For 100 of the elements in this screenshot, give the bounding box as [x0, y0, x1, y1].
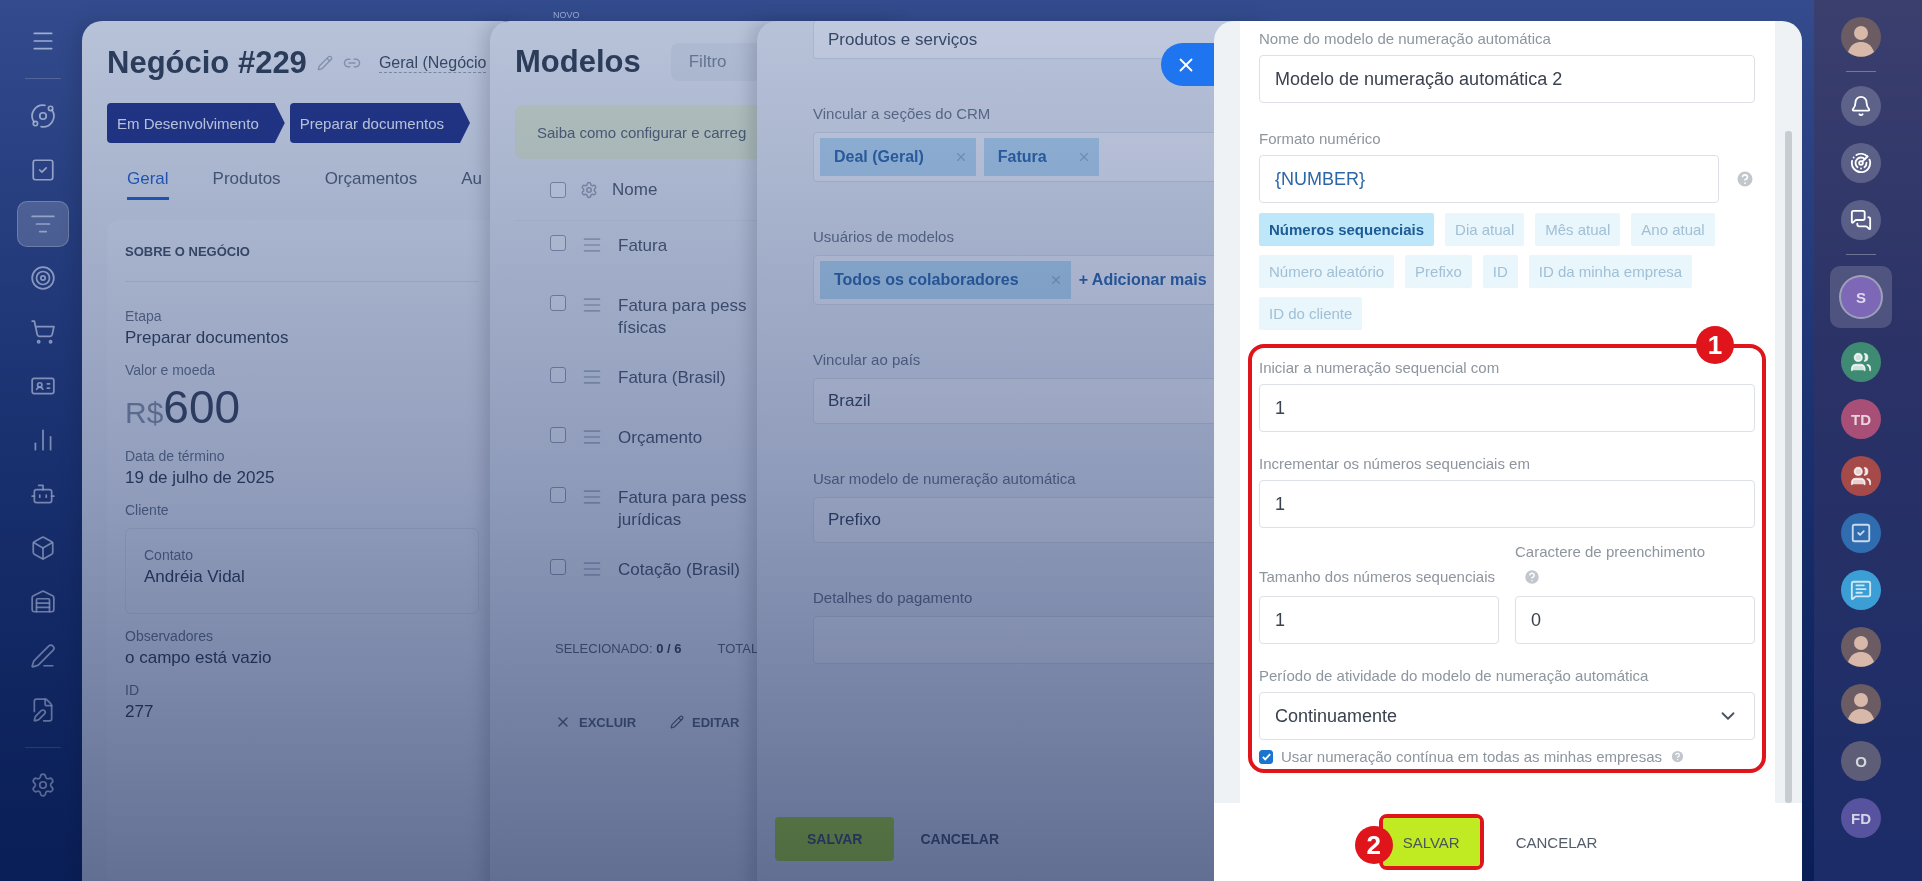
field-label: Usar modelo de numeração automática — [813, 470, 1077, 487]
cancel-button[interactable]: CANCELAR — [1505, 833, 1608, 851]
checkbox[interactable] — [1259, 749, 1273, 764]
checkbox[interactable] — [550, 487, 566, 503]
box-icon[interactable] — [30, 535, 56, 561]
contact-name[interactable]: Andréia Vidal — [144, 567, 245, 587]
robot-icon[interactable] — [30, 481, 56, 507]
radar-icon[interactable] — [1841, 143, 1881, 183]
template-name[interactable]: Fatura — [618, 235, 668, 267]
name-field[interactable]: Modelo de numeração automática 2 — [1259, 55, 1755, 103]
stage-step[interactable]: Preparar documentos — [289, 103, 470, 143]
increment-field[interactable]: 1 — [1259, 480, 1755, 528]
cart-icon[interactable] — [30, 319, 56, 345]
field-label: Formato numérico — [1259, 129, 1382, 149]
tab[interactable]: Geral — [127, 169, 169, 200]
length-field[interactable]: 1 — [1259, 596, 1499, 644]
template-name[interactable]: Fatura para pess jurídicas — [618, 487, 747, 531]
save-button[interactable]: SALVAR — [775, 817, 895, 861]
field-value: Preparar documentos — [125, 328, 289, 348]
store-icon[interactable] — [30, 589, 56, 615]
field-label: Contato — [144, 547, 194, 563]
stage-step[interactable]: Em Desenvolvimento — [107, 103, 285, 143]
template-name[interactable]: Fatura (Brasil) — [618, 367, 726, 399]
drag-handle-icon[interactable] — [582, 559, 602, 579]
checkbox-icon[interactable] — [30, 157, 56, 183]
column-header: Nome — [612, 179, 658, 200]
task-chat-icon[interactable] — [1841, 513, 1881, 553]
drag-handle-icon[interactable] — [582, 427, 602, 447]
checkbox[interactable] — [550, 235, 566, 251]
tab[interactable]: Produtos — [212, 169, 281, 200]
avatar-silhouette-icon — [1841, 684, 1881, 724]
field-label: Período de atividade do modelo de numeração automática — [1259, 666, 1650, 686]
action-link[interactable]: EXCLUIR — [555, 714, 637, 730]
pen-icon[interactable] — [30, 643, 56, 669]
checkbox[interactable] — [550, 427, 566, 443]
field-label: Iniciar a numeração sequencial com — [1259, 358, 1501, 378]
field-label: Observadores — [125, 628, 213, 644]
field-label: Incrementar os números sequenciais em — [1259, 454, 1531, 474]
template-name[interactable]: Orçamento — [618, 427, 703, 459]
period-select[interactable]: Continuamente — [1259, 692, 1755, 740]
checkbox[interactable] — [550, 181, 566, 198]
action-link[interactable]: EDITAR — [670, 714, 740, 730]
drag-handle-icon[interactable] — [582, 367, 602, 387]
total-label: TOTAL — [717, 641, 759, 656]
cancel-button[interactable]: CANCELAR — [914, 830, 1006, 848]
tag: Todos os colaboradores — [820, 261, 1071, 299]
callout-number: 1 — [1696, 326, 1734, 364]
save-button[interactable]: SALVAR — [1382, 818, 1480, 866]
group-chat-icon[interactable] — [1841, 456, 1881, 496]
field-label: ID — [125, 682, 139, 698]
avatar[interactable]: FD — [1841, 798, 1881, 838]
drag-handle-icon[interactable] — [582, 295, 602, 315]
panel-title: Modelos — [515, 44, 641, 80]
checkbox[interactable] — [550, 295, 566, 311]
help-icon[interactable] — [1670, 749, 1686, 764]
field-label: Usuários de modelos — [813, 228, 955, 245]
scrollbar[interactable] — [1785, 131, 1792, 803]
process-icon[interactable] — [30, 103, 56, 129]
start-value-field[interactable]: 1 — [1259, 384, 1755, 432]
callout-number: 2 — [1354, 826, 1393, 864]
field-value: 19 de julho de 2025 — [125, 468, 275, 488]
format-chip[interactable]: Números sequenciais — [1259, 213, 1435, 246]
help-icon[interactable] — [1735, 169, 1755, 189]
field-label: Detalhes do pagamento — [813, 589, 974, 606]
pipeline-name[interactable]: Geral (Negócio — [378, 53, 487, 73]
pencil-icon[interactable] — [316, 55, 333, 71]
bell-icon[interactable] — [1841, 86, 1881, 126]
settings-icon[interactable] — [30, 772, 56, 798]
field-label: Cliente — [125, 502, 169, 518]
field-value: o campo está vazio — [125, 648, 272, 668]
document-pen-icon[interactable] — [30, 697, 56, 723]
field-label: Etapa — [125, 308, 162, 324]
target-icon[interactable] — [30, 265, 56, 291]
group-chat-icon[interactable] — [1841, 342, 1881, 382]
template-name[interactable]: Cotação (Brasil) — [618, 559, 740, 591]
tab[interactable]: Orçamentos — [324, 169, 418, 200]
settings-icon[interactable] — [580, 180, 598, 199]
avatar[interactable]: TD — [1841, 399, 1881, 439]
help-icon[interactable] — [1523, 568, 1541, 586]
chat-icon[interactable] — [1841, 200, 1881, 240]
new-label: NOVO — [553, 10, 580, 20]
format-field[interactable]: {NUMBER} — [1259, 155, 1719, 203]
field-label: Valor e moeda — [125, 362, 215, 378]
amount-value: R$600 — [125, 380, 241, 434]
avatar-silhouette-icon — [1841, 627, 1881, 667]
tab[interactable]: Au — [461, 169, 482, 200]
template-name[interactable]: Fatura para pess físicas — [618, 295, 747, 339]
checkbox-label: Usar numeração contínua em todas as minhas empresas — [1281, 748, 1663, 765]
avatar[interactable]: S — [1841, 277, 1881, 317]
chat-bubbles-icon[interactable] — [1841, 570, 1881, 610]
checkbox[interactable] — [550, 559, 566, 575]
checkbox[interactable] — [550, 367, 566, 383]
fill-character-field[interactable]: 0 — [1515, 596, 1755, 644]
drag-handle-icon[interactable] — [582, 487, 602, 507]
tag: Deal (Geral) — [820, 138, 976, 176]
tag: Fatura — [983, 138, 1099, 176]
avatar[interactable]: O — [1841, 741, 1881, 781]
field-label: Tamanho dos números sequenciais — [1259, 567, 1496, 587]
drag-handle-icon[interactable] — [582, 235, 602, 255]
add-more-link[interactable]: + Adicionar mais — [1078, 271, 1207, 289]
